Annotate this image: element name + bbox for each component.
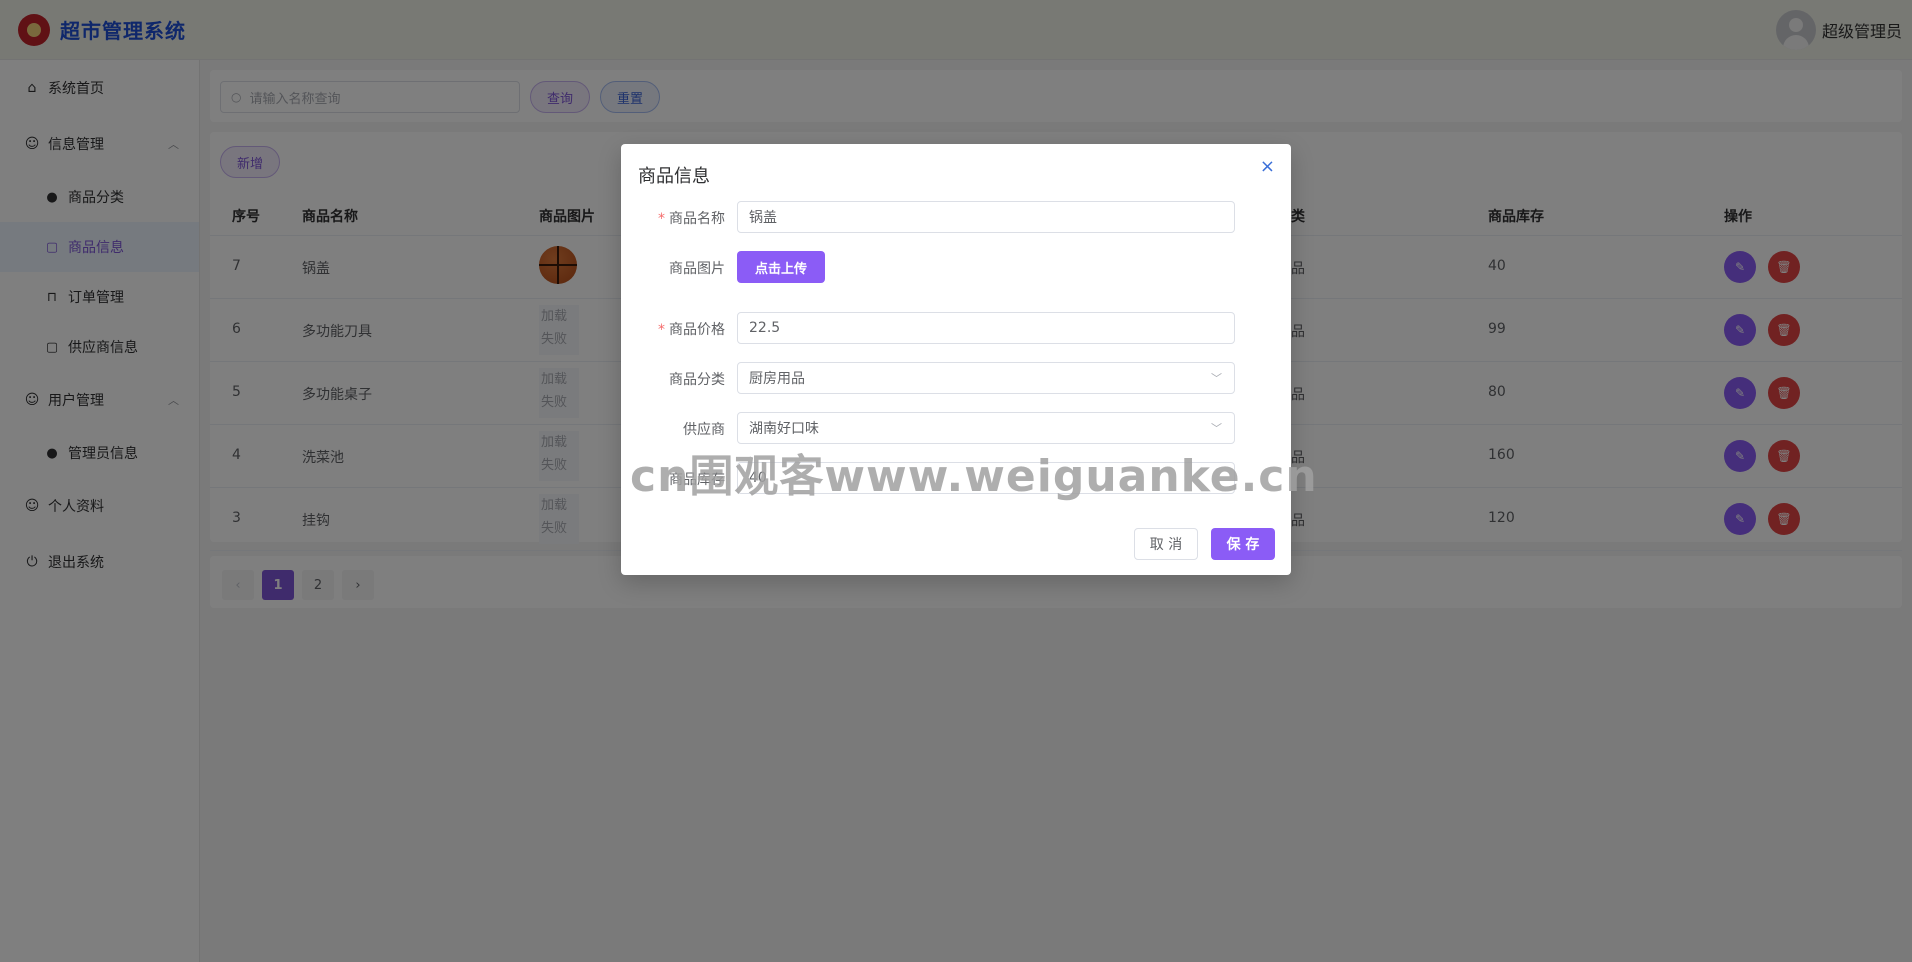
dialog-title: 商品信息 <box>638 166 710 187</box>
label-text: 商品价格 <box>669 322 725 338</box>
cancel-button[interactable]: 取 消 <box>1134 528 1198 560</box>
form-label: * 商品价格 <box>658 319 725 339</box>
required-mark: * <box>658 211 665 227</box>
label-text: 商品名称 <box>669 211 725 227</box>
name-field[interactable]: 锅盖 <box>737 201 1235 233</box>
form-row-category: 商品分类 厨房用品 ﹀ <box>621 362 1291 394</box>
form-label: 商品分类 <box>669 372 725 388</box>
category-value: 厨房用品 <box>749 371 805 387</box>
form-row-name: * 商品名称 锅盖 <box>621 201 1291 233</box>
chevron-down-icon: ﹀ <box>1211 422 1222 435</box>
close-icon[interactable]: × <box>1260 156 1275 177</box>
supplier-value: 湖南好口味 <box>749 421 819 437</box>
required-mark: * <box>658 322 665 338</box>
form-label: * 商品名称 <box>658 208 725 228</box>
form-label: 供应商 <box>683 422 725 438</box>
form-row-price: * 商品价格 22.5 <box>621 312 1291 344</box>
form-row-image: 商品图片 点击上传 <box>621 251 1291 283</box>
watermark-text: cn围观客www.weiguanke.cn <box>630 451 1318 502</box>
goods-dialog: 商品信息 × * 商品名称 锅盖 商品图片 点击上传 * 商品价格 22.5 商品分… <box>621 144 1291 575</box>
name-value: 锅盖 <box>749 210 777 226</box>
price-value: 22.5 <box>749 320 781 336</box>
chevron-down-icon: ﹀ <box>1211 372 1222 385</box>
category-select[interactable]: 厨房用品 ﹀ <box>737 362 1235 394</box>
price-field[interactable]: 22.5 <box>737 312 1235 344</box>
save-button[interactable]: 保 存 <box>1211 528 1275 560</box>
form-label: 商品图片 <box>669 261 725 277</box>
upload-button[interactable]: 点击上传 <box>737 251 825 283</box>
